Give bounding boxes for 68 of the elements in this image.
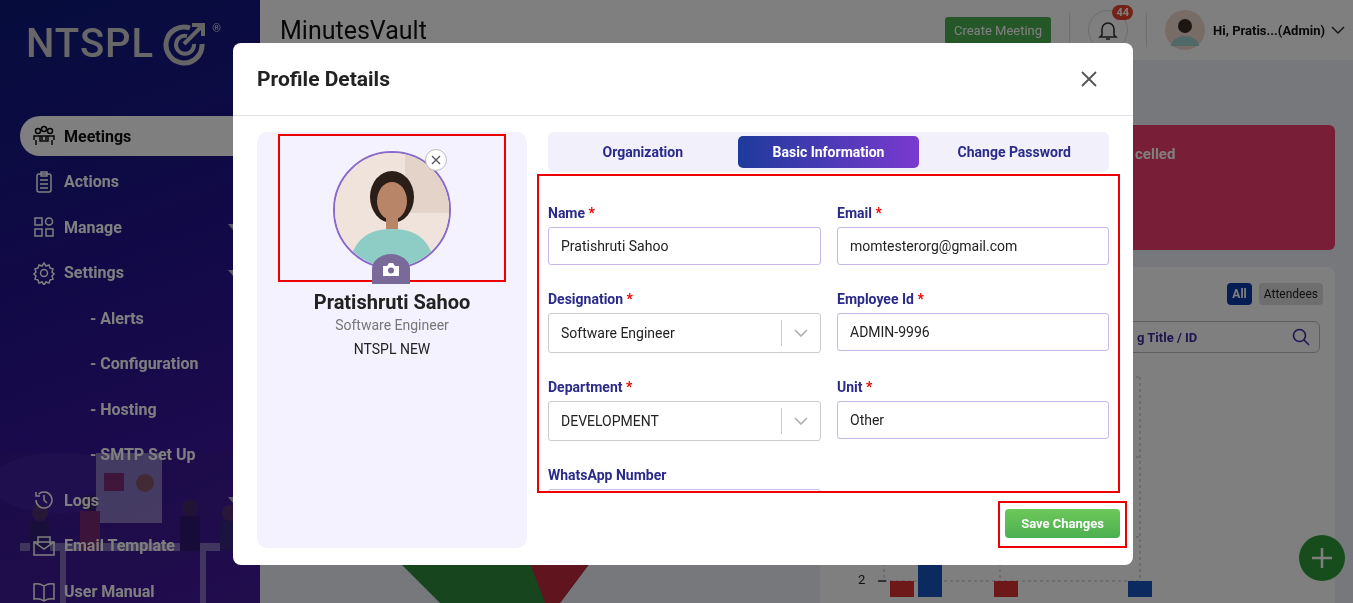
chart-bar <box>1128 581 1152 597</box>
grid-icon <box>32 215 56 239</box>
logo-text: NTSPL <box>26 22 155 66</box>
close-button[interactable] <box>1079 69 1099 89</box>
chevron-down-icon <box>794 416 808 425</box>
tab[interactable]: Organization <box>552 135 734 168</box>
sidebar-item[interactable]: Manage <box>20 207 260 247</box>
status-label: celled <box>1135 145 1176 163</box>
filter-toggle[interactable]: All <box>1227 283 1252 305</box>
tick-mark <box>877 580 887 582</box>
submenu-item[interactable]: - Configuration <box>90 343 199 384</box>
field-label: Designation * <box>548 290 634 307</box>
tab[interactable]: Basic Information <box>737 135 920 168</box>
menu-label: User Manual <box>64 581 156 601</box>
menu-label: Manage <box>64 217 123 237</box>
camera-icon <box>382 261 400 277</box>
user-menu[interactable]: Hi, Pratis...(Admin) <box>1213 22 1325 38</box>
axis-tick-label: 2 <box>858 572 866 587</box>
profile-organization: NTSPL NEW <box>353 341 431 357</box>
notification-badge: 44 <box>1112 5 1134 20</box>
field-label: Email * <box>837 204 883 221</box>
menu-label: Meetings <box>64 126 133 146</box>
menu-label: Logs <box>64 490 101 510</box>
sidebar-item[interactable]: Email Template <box>20 525 260 566</box>
plus-icon <box>1310 546 1334 570</box>
menu-label: Email Template <box>64 536 176 555</box>
settings-icon <box>32 260 56 285</box>
chevron-down-icon[interactable] <box>1331 26 1345 34</box>
dropdown-field[interactable]: DEVELOPMENT <box>548 400 821 441</box>
registered-mark: ® <box>212 22 221 35</box>
sidebar-item[interactable]: User Manual <box>20 571 260 603</box>
close-icon <box>431 155 441 165</box>
filter-toggle[interactable]: Attendees <box>1258 283 1323 305</box>
dialog-title: Profile Details <box>257 67 390 91</box>
chevron-down-icon <box>794 328 808 337</box>
envelope-icon <box>32 533 56 558</box>
remove-photo-button[interactable] <box>425 149 447 171</box>
field-label: Unit * <box>837 378 874 395</box>
menu-label: Settings <box>64 263 125 282</box>
sidebar-item[interactable]: Settings <box>20 252 260 293</box>
submenu-item[interactable]: - Alerts <box>90 298 144 338</box>
chart-bar <box>994 581 1018 597</box>
input-field[interactable]: ADMIN-9996 <box>837 312 1109 351</box>
input-field[interactable]: Pratishruti Sahoo <box>548 226 821 265</box>
chart-bar <box>890 581 914 597</box>
sidebar-item[interactable]: Actions <box>20 161 260 202</box>
input-field[interactable]: Other <box>837 400 1109 439</box>
search-icon <box>1292 328 1310 346</box>
chart-bar <box>918 565 942 597</box>
profile-designation: Software Engineer <box>335 317 449 333</box>
avatar-icon[interactable] <box>1165 10 1206 50</box>
close-icon <box>1081 71 1097 87</box>
submenu-item[interactable]: - Hosting <box>90 389 157 429</box>
people-icon <box>32 124 56 148</box>
menu-label: Actions <box>64 172 120 191</box>
field-label: WhatsApp Number <box>548 466 668 483</box>
tab[interactable]: Change Password <box>923 135 1105 168</box>
field-label: Name * <box>548 204 596 221</box>
camera-button[interactable] <box>372 254 410 284</box>
history-icon <box>32 488 56 512</box>
field-label: Employee Id * <box>837 290 925 307</box>
dropdown-field[interactable]: Software Engineer <box>548 312 821 353</box>
app-title: MinutesVault <box>280 15 427 45</box>
profile-name: Pratishruti Sahoo <box>313 290 471 314</box>
field-label: Department * <box>548 378 634 395</box>
save-changes-button[interactable]: Save Changes <box>1005 509 1120 538</box>
input-field[interactable]: momtesterorg@gmail.com <box>837 226 1109 265</box>
submenu-item[interactable]: - SMTP Set Up <box>90 434 196 475</box>
